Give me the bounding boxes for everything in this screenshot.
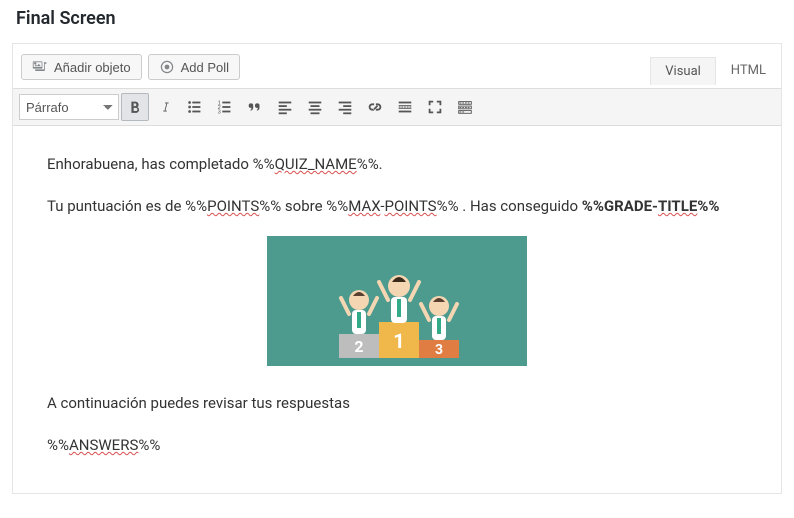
add-media-button[interactable]: Añadir objeto xyxy=(21,54,142,80)
media-buttons: Añadir objeto Add Poll xyxy=(19,50,240,88)
format-select[interactable]: Párrafo xyxy=(19,94,119,120)
tab-html[interactable]: HTML xyxy=(716,56,781,85)
media-icon xyxy=(32,59,48,75)
editor-tabs: Visual HTML xyxy=(650,55,781,84)
add-poll-label: Add Poll xyxy=(181,60,229,75)
content-line-4: %%ANSWERS%% xyxy=(47,433,747,457)
poll-icon xyxy=(159,59,175,75)
svg-text:1: 1 xyxy=(393,329,404,353)
editor-top-row: Añadir objeto Add Poll Visual HTML xyxy=(13,44,781,89)
bullet-list-button[interactable] xyxy=(181,93,209,121)
align-center-button[interactable] xyxy=(301,93,329,121)
editor-content[interactable]: Enhorabuena, has completado %%QUIZ_NAME%… xyxy=(13,126,781,493)
content-image: 2 1 3 xyxy=(47,236,747,373)
svg-text:2: 2 xyxy=(354,337,363,356)
link-button[interactable] xyxy=(361,93,389,121)
number-list-button[interactable]: 123 xyxy=(211,93,239,121)
blockquote-button[interactable] xyxy=(241,93,269,121)
editor-container: Añadir objeto Add Poll Visual HTML Párra… xyxy=(12,43,782,494)
podium-illustration-icon: 2 1 3 xyxy=(267,236,527,366)
add-media-label: Añadir objeto xyxy=(54,60,131,75)
toolbar-toggle-button[interactable] xyxy=(451,93,479,121)
editor-toolbar: Párrafo 123 xyxy=(13,89,781,126)
align-right-button[interactable] xyxy=(331,93,359,121)
italic-button[interactable] xyxy=(151,93,179,121)
svg-text:3: 3 xyxy=(435,342,443,358)
content-line-3: A continuación puedes revisar tus respue… xyxy=(47,391,747,415)
svg-text:3: 3 xyxy=(218,109,221,115)
tab-visual[interactable]: Visual xyxy=(650,57,716,85)
bold-button[interactable] xyxy=(121,93,149,121)
content-line-2: Tu puntuación es de %%POINTS%% sobre %%M… xyxy=(47,194,747,218)
align-left-button[interactable] xyxy=(271,93,299,121)
fullscreen-button[interactable] xyxy=(421,93,449,121)
section-heading: Final Screen xyxy=(0,0,794,43)
add-poll-button[interactable]: Add Poll xyxy=(148,54,240,80)
insert-more-button[interactable] xyxy=(391,93,419,121)
content-line-1: Enhorabuena, has completado %%QUIZ_NAME%… xyxy=(47,152,747,176)
